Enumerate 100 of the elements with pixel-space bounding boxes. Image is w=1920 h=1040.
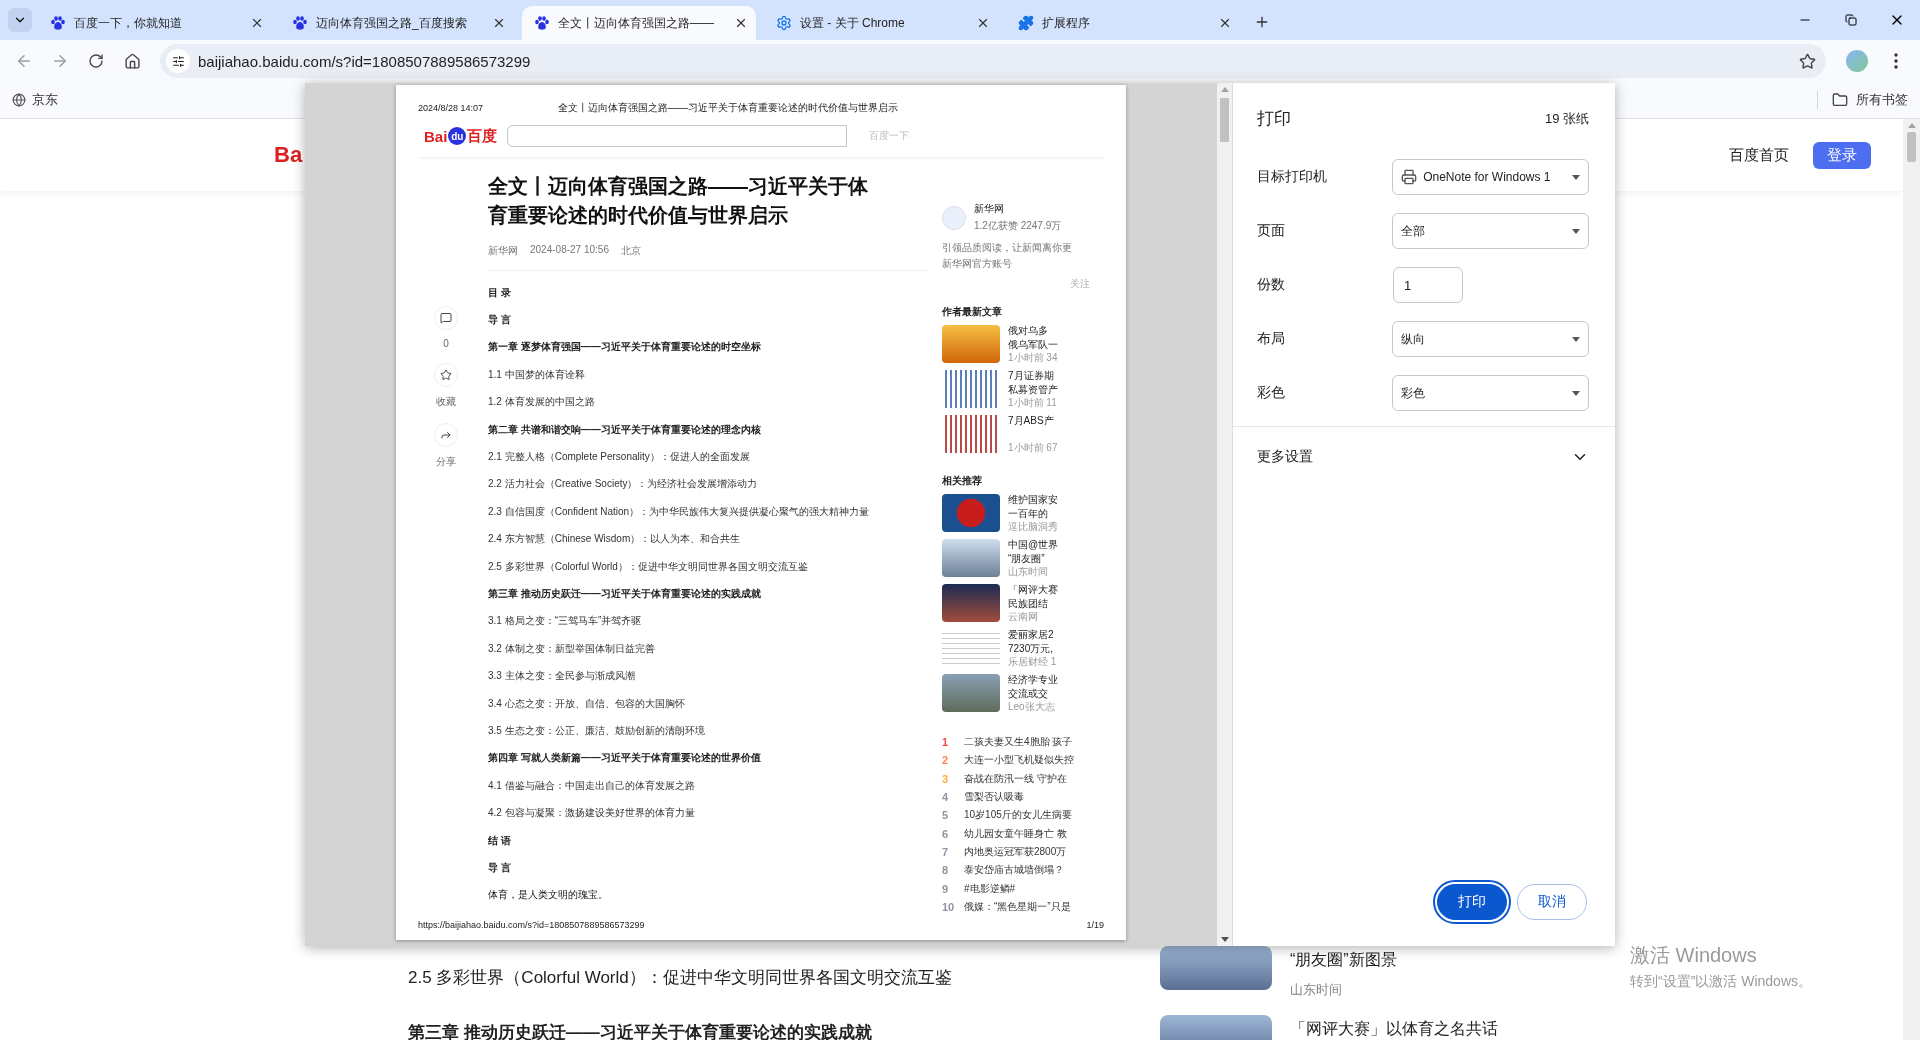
caret-icon: [1572, 174, 1580, 180]
select-field[interactable]: 彩色: [1392, 375, 1589, 411]
article-title: 维护国家安: [1008, 494, 1058, 505]
select-field[interactable]: 全部: [1392, 213, 1589, 249]
folder-icon: [1832, 92, 1848, 108]
setting-label: 份数: [1257, 276, 1286, 294]
article-title: 爱丽家居2: [1008, 629, 1055, 640]
article-title: 民族团结: [1008, 597, 1049, 609]
logo-text: Bai: [424, 127, 448, 145]
setting-label: 布局: [1257, 330, 1286, 348]
article-meta: 1小时前 67: [1008, 442, 1058, 453]
print-date: 2024/8/28 14:07: [418, 103, 485, 113]
article-title: 经济学专业: [1008, 674, 1058, 685]
home-link[interactable]: 百度首页: [1729, 145, 1789, 165]
printer-icon: [1401, 169, 1418, 185]
browser-tab[interactable]: 设置 - 关于 Chrome: [764, 6, 998, 40]
close-icon[interactable]: [250, 16, 264, 30]
more-settings-toggle[interactable]: 更多设置: [1233, 427, 1615, 487]
article-title: 俄乌军队一: [1008, 338, 1058, 350]
photo-placeholder: [942, 325, 1000, 363]
reload-icon: [88, 53, 104, 69]
toc-line: 1.1 中国梦的体育诠释: [488, 367, 586, 382]
article-meta: 云南网: [1008, 611, 1039, 622]
bookmark-link[interactable]: 京东: [12, 91, 58, 109]
cancel-button[interactable]: 取消: [1517, 884, 1587, 920]
photo-placeholder: [942, 584, 1000, 622]
toc-line: 第一章 逐梦体育强国——习近平关于体育重要论述的时空坐标: [488, 340, 762, 355]
print-header-title: 全文丨迈向体育强国之路——习近平关于体育重要论述的时代价值与世界启示: [558, 101, 898, 115]
article-meta: 乐居财经 1: [1008, 656, 1057, 667]
bookmark-star-icon[interactable]: [1799, 52, 1816, 70]
browser-tab[interactable]: 百度一下，你就知道: [38, 6, 272, 40]
author-avatar: [942, 205, 966, 230]
scrollbar[interactable]: [1217, 83, 1232, 946]
toc-line: 3.5 生态之变：公正、廉洁、鼓励创新的清朗环境: [488, 723, 706, 738]
close-icon[interactable]: [1218, 16, 1232, 30]
action-label: 分享: [436, 455, 456, 469]
toc-line: 3.2 体制之变：新型举国体制日益完善: [488, 641, 656, 656]
hot-topic: 10岁105斤的女儿生病要: [964, 808, 1072, 823]
photo-placeholder: [942, 539, 1000, 577]
menu-icon: [1894, 53, 1898, 69]
author-stats: 1.2亿获赞 2247.9万: [974, 219, 1062, 233]
toc-line: 第三章 推动历史跃迁——习近平关于体育重要论述的实践成就: [488, 587, 762, 601]
close-icon[interactable]: [492, 16, 506, 30]
toc-line: 1.2 体育发展的中国之路: [488, 395, 596, 410]
select-field[interactable]: 纵向: [1392, 321, 1589, 357]
browser-tab[interactable]: 扩展程序: [1006, 6, 1240, 40]
hot-topic: 二孩夫妻又生4胞胎 孩子: [964, 735, 1073, 750]
globe-icon: [12, 93, 26, 107]
toc-line: 4.2 包容与凝聚：激扬建设美好世界的体育力量: [488, 806, 696, 821]
hot-topic: 泰安岱庙古城墙倒塌？: [964, 863, 1064, 878]
toc-line: 2.2 活力社会（Creative Society）：为经济社会发展增添动力: [488, 477, 759, 492]
article-title: 7月证券期: [1008, 370, 1055, 381]
dialog-title: 打印: [1257, 108, 1291, 130]
article-meta: 1小时前 11: [1008, 397, 1058, 408]
rank-number: 5: [942, 809, 950, 822]
toc-line: 3.1 格局之变：“三驾马车”并驾齐驱: [488, 614, 643, 629]
rank-number: 8: [942, 864, 950, 877]
toc-line: 结 语: [488, 833, 512, 848]
select-field[interactable]: OneNote for Windows 1: [1392, 159, 1589, 195]
hot-topic: 大连一小型飞机疑似失控: [964, 753, 1074, 768]
browser-tab[interactable]: 全文丨迈向体育强国之路——: [522, 6, 756, 40]
login-button[interactable]: 登录: [1813, 141, 1871, 169]
article-meta: Leo张大志: [1008, 701, 1056, 712]
rank-number: 9: [942, 882, 950, 895]
site-info-button[interactable]: [166, 49, 190, 73]
star-icon: [440, 369, 452, 381]
toc-line: 导 言: [488, 860, 512, 875]
action-label: 收藏: [436, 395, 456, 409]
paw-icon: [292, 15, 308, 31]
browser-tab[interactable]: 迈向体育强国之路_百度搜索: [280, 6, 514, 40]
tab-search-button[interactable]: [8, 8, 32, 32]
close-icon[interactable]: [976, 16, 990, 30]
author-account: 新华网官方账号: [942, 257, 1013, 271]
setting-label: 页面: [1257, 222, 1286, 240]
related-title[interactable]: “朋友圈”新图景: [1290, 950, 1397, 971]
all-bookmarks-link[interactable]: 所有书签: [1817, 91, 1908, 109]
close-icon[interactable]: [734, 16, 748, 30]
setting-label: 目标打印机: [1257, 168, 1328, 186]
article-title: 私募资管产: [1008, 383, 1058, 395]
rank-number: 4: [942, 791, 950, 804]
share-icon: [440, 429, 452, 441]
hot-topic: 雪梨否认吸毒: [964, 790, 1024, 805]
author-bio: 引领品质阅读，让新闻离你更: [942, 241, 1073, 255]
setting-label: 彩色: [1257, 384, 1286, 402]
comment-icon: [440, 312, 452, 324]
article-meta: 1小时前 34: [1008, 352, 1058, 363]
toc-line: 4.1 借鉴与融合：中国走出自己的体育发展之路: [488, 778, 696, 793]
scrollbar[interactable]: [1903, 119, 1920, 1040]
article-title: “朋友圈”: [1008, 552, 1046, 564]
toc-line: 3.3 主体之变：全民参与渐成风潮: [488, 669, 636, 684]
article-title: 交流或交: [1008, 687, 1049, 699]
article-title: 中国@世界: [1008, 539, 1059, 550]
sheet-count: 19 张纸: [1544, 109, 1589, 128]
input-field[interactable]: 1: [1393, 267, 1463, 303]
sliders-icon: [171, 54, 185, 68]
article-source: 新华网: [488, 244, 518, 258]
plus-icon: [1254, 14, 1270, 30]
hot-topic: 内地奥运冠军获2800万: [964, 844, 1067, 859]
toc-line: 2.4 东方智慧（Chinese Wisdom）：以人为本、和合共生: [488, 532, 742, 547]
related-title[interactable]: 「网评大赛」以体育之名共话: [1290, 1019, 1498, 1040]
